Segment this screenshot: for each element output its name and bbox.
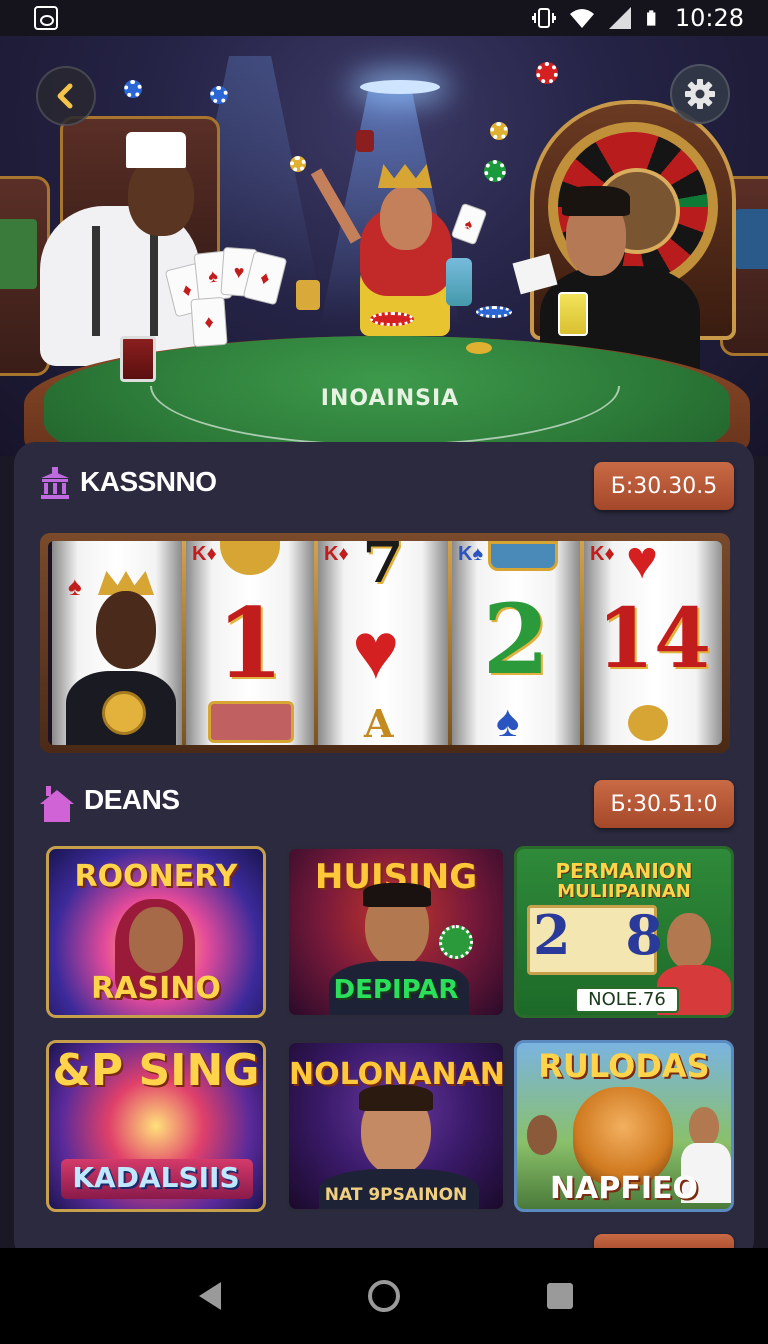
game-subtitle: NAT 9PSAINON — [324, 1185, 468, 1205]
battery-icon — [646, 10, 656, 26]
game-title: ROONERY — [74, 859, 238, 894]
game-subtitle: RASINO — [91, 971, 221, 1006]
game-tile[interactable]: PERMANION MULIIPAINAN 2 8 NOLE.76 — [514, 846, 734, 1018]
gear-icon — [685, 79, 715, 109]
game-subtitle: KADALSIIS — [72, 1161, 240, 1194]
heart-icon: ♥ — [626, 541, 659, 590]
game-tile[interactable]: ROONERY RASINO — [46, 846, 266, 1018]
nav-home-button[interactable] — [364, 1276, 404, 1316]
game-badge: NOLE.76 — [575, 987, 679, 1013]
playing-card: ♦ — [190, 296, 228, 348]
status-icons: 10:28 — [531, 4, 744, 32]
game-subtitle: NAPFIEO — [550, 1171, 698, 1206]
cup — [558, 292, 588, 336]
gold-coin — [466, 342, 492, 354]
poker-chip — [536, 62, 558, 84]
chip-stack — [476, 306, 512, 318]
chip-stack — [370, 312, 414, 326]
wifi-icon — [569, 9, 594, 28]
section-title-casino: KASSNNO — [80, 466, 217, 497]
hero-banner: INOAINSIA ♦ ♠ ♥ ♦ ♦ ♠ — [0, 36, 768, 456]
reel-symbol: 1 — [216, 587, 284, 700]
reel-1: ♠ — [52, 541, 182, 745]
balance-badge-casino[interactable]: Б:30.30.5 — [594, 462, 734, 510]
circle-home-icon — [368, 1280, 400, 1312]
status-bar: 10:28 — [0, 0, 768, 36]
triangle-back-icon — [199, 1282, 221, 1310]
poker-chip — [210, 86, 228, 104]
table-text: INOAINSIA — [320, 386, 460, 411]
house-icon — [40, 786, 74, 822]
reel-symbol: 2 — [482, 583, 550, 696]
reel-symbol: 14 — [596, 591, 712, 687]
poker-chip — [484, 160, 506, 182]
game-subtitle: DEPIPAR — [333, 975, 459, 1005]
slot-machine-reels[interactable]: ♠ K♦ 1 K♦ 7 ♥ A K♠ 2 ♠ K♦ ♥ 14 — [40, 533, 730, 753]
poker-chip — [490, 122, 508, 140]
gallery-icon — [34, 6, 58, 30]
heart-icon: ♥ — [352, 606, 400, 695]
signal-icon — [608, 7, 631, 29]
vibrate-icon — [531, 8, 556, 28]
reel-5: K♦ ♥ 14 — [584, 541, 722, 745]
game-title: PERMANION — [555, 859, 693, 883]
reel-3: K♦ 7 ♥ A — [318, 541, 448, 745]
game-tile[interactable]: HUISING DEPIPAR — [286, 846, 506, 1018]
game-title: &P SING — [52, 1045, 260, 1096]
nav-back-button[interactable] — [190, 1276, 230, 1316]
ceiling-light — [360, 80, 440, 94]
section-title-deans: DEANS — [84, 784, 180, 815]
casino-building-icon — [41, 467, 69, 499]
nav-recents-button[interactable] — [540, 1276, 580, 1316]
square-recents-icon — [547, 1283, 573, 1309]
status-time: 10:28 — [674, 4, 744, 32]
game-tile[interactable]: &P SING KADALSIIS — [46, 1040, 266, 1212]
poker-chip — [124, 80, 142, 98]
back-button[interactable] — [36, 66, 96, 126]
cup — [446, 258, 472, 306]
reel-symbol: 7 — [362, 541, 404, 597]
playing-card: ♠ — [450, 202, 488, 246]
reel-digits: 2 8 — [533, 903, 681, 967]
spade-icon: ♠ — [496, 697, 520, 745]
screen: 10:28 INOAINSIA ♦ ♠ ♥ ♦ ♦ ♠ KASSNNO Б:30… — [0, 0, 768, 1344]
reel-4: K♠ 2 ♠ — [452, 541, 580, 745]
game-title: RULODAS — [538, 1047, 710, 1085]
poker-chip — [290, 156, 306, 172]
reel-2: K♦ 1 — [186, 541, 314, 745]
mug — [120, 336, 156, 382]
mug — [296, 280, 320, 310]
settings-button[interactable] — [670, 64, 730, 124]
glass — [356, 130, 374, 152]
game-tile[interactable]: NOLONANAN NAT 9PSAINON — [286, 1040, 506, 1212]
navigation-bar — [0, 1248, 768, 1344]
balance-badge-deans[interactable]: Б:30.51:0 — [594, 780, 734, 828]
chevron-left-icon — [57, 83, 73, 109]
game-tile[interactable]: RULODAS NAPFIEO — [514, 1040, 734, 1212]
game-subtitle: MULIIPAINAN — [557, 881, 691, 902]
